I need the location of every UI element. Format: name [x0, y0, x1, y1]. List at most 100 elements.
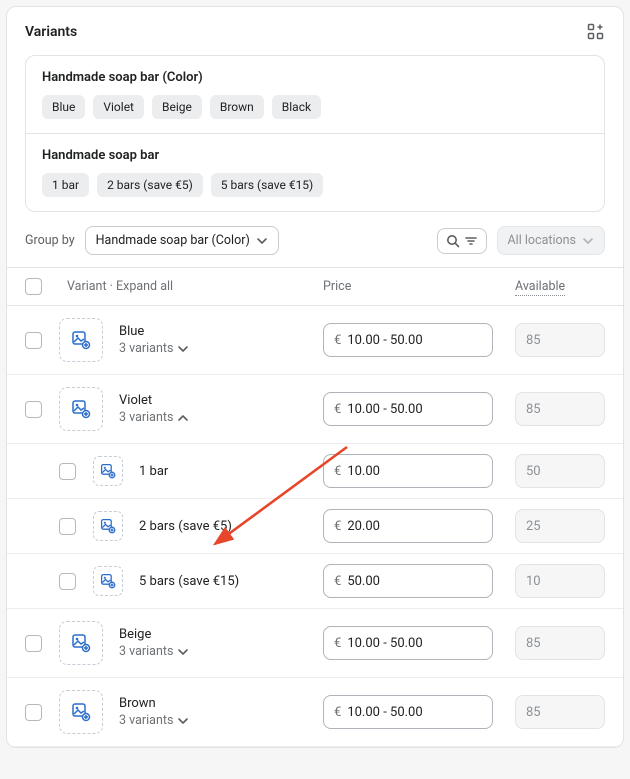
expand-all-link[interactable]: Expand all: [116, 279, 173, 294]
price-value: 10.00 - 50.00: [347, 705, 422, 720]
available-value: 85: [526, 402, 541, 417]
currency-symbol: €: [334, 402, 341, 417]
select-all-checkbox[interactable]: [25, 278, 42, 295]
available-display: 85: [515, 695, 605, 729]
variant-row[interactable]: Brown 3 variants € 10.00 - 50.00 85: [7, 678, 623, 747]
available-value: 25: [526, 519, 541, 534]
available-value: 10: [526, 574, 541, 589]
image-add-icon: [100, 463, 116, 479]
variant-subcount: 3 variants: [119, 644, 173, 659]
price-value: 10.00 - 50.00: [347, 636, 422, 651]
available-value: 85: [526, 705, 541, 720]
available-header-label: Available: [515, 279, 565, 296]
option-groups: Handmade soap bar (Color) Blue Violet Be…: [25, 55, 605, 212]
chevron-up-icon: [177, 412, 189, 424]
locations-select[interactable]: All locations: [497, 226, 605, 255]
option-group-quantity[interactable]: Handmade soap bar 1 bar 2 bars (save €5)…: [26, 133, 604, 211]
option-value-pill: Brown: [210, 95, 264, 119]
chevron-down-icon: [177, 646, 189, 658]
row-checkbox[interactable]: [25, 704, 42, 721]
currency-symbol: €: [334, 574, 341, 589]
variant-name: Blue: [119, 324, 311, 339]
option-value-pill: 2 bars (save €5): [97, 173, 203, 197]
option-value-pill: 5 bars (save €15): [211, 173, 323, 197]
price-input[interactable]: € 10.00 - 50.00: [323, 323, 493, 357]
variant-row[interactable]: Violet 3 variants € 10.00 - 50.00 85: [7, 375, 623, 444]
variant-row[interactable]: Beige 3 variants € 10.00 - 50.00 85: [7, 609, 623, 678]
chevron-down-icon: [582, 235, 594, 247]
variant-child-row[interactable]: 1 bar € 10.00 50: [7, 444, 623, 499]
variant-subcount: 3 variants: [119, 410, 173, 425]
variant-subcount: 3 variants: [119, 341, 173, 356]
currency-symbol: €: [334, 464, 341, 479]
price-input[interactable]: € 20.00: [323, 509, 493, 543]
price-header-label: Price: [323, 279, 493, 294]
search-filter-button[interactable]: [437, 228, 487, 254]
table-header: Variant · Expand all Price Available: [7, 267, 623, 306]
variant-thumbnail[interactable]: [59, 387, 103, 431]
variant-name: 5 bars (save €15): [139, 574, 311, 589]
variant-name: Brown: [119, 696, 311, 711]
price-value: 50.00: [347, 574, 380, 589]
chevron-down-icon: [256, 235, 268, 247]
row-checkbox[interactable]: [25, 332, 42, 349]
available-display: 85: [515, 392, 605, 426]
customize-icon[interactable]: [587, 23, 605, 41]
variant-thumbnail[interactable]: [59, 621, 103, 665]
option-group-color[interactable]: Handmade soap bar (Color) Blue Violet Be…: [26, 56, 604, 133]
option-value-pill: 1 bar: [42, 173, 89, 197]
expand-toggle[interactable]: 3 variants: [119, 644, 311, 659]
expand-toggle[interactable]: 3 variants: [119, 410, 311, 425]
variant-name: Violet: [119, 393, 311, 408]
expand-toggle[interactable]: 3 variants: [119, 713, 311, 728]
image-add-icon: [100, 573, 116, 589]
variant-child-row[interactable]: 2 bars (save €5) € 20.00 25: [7, 499, 623, 554]
variants-card: Variants Handmade soap bar (Color) Blue …: [6, 6, 624, 748]
image-add-icon: [71, 399, 91, 419]
available-value: 50: [526, 464, 541, 479]
price-input[interactable]: € 10.00 - 50.00: [323, 392, 493, 426]
option-value-pill: Blue: [42, 95, 85, 119]
locations-label: All locations: [508, 233, 576, 248]
variant-child-row[interactable]: 5 bars (save €15) € 50.00 10: [7, 554, 623, 609]
variant-row[interactable]: Blue 3 variants € 10.00 - 50.00 85: [7, 306, 623, 375]
variant-rows: Blue 3 variants € 10.00 - 50.00 85 Viole…: [7, 306, 623, 747]
row-checkbox[interactable]: [25, 635, 42, 652]
option-value-pill: Beige: [152, 95, 202, 119]
row-checkbox[interactable]: [59, 463, 76, 480]
search-icon: [446, 234, 460, 248]
option-values-row: Blue Violet Beige Brown Black: [42, 95, 588, 119]
variant-thumbnail[interactable]: [93, 566, 123, 596]
price-value: 10.00 - 50.00: [347, 402, 422, 417]
option-value-pill: Black: [272, 95, 321, 119]
currency-symbol: €: [334, 519, 341, 534]
variant-thumbnail[interactable]: [93, 511, 123, 541]
currency-symbol: €: [334, 333, 341, 348]
image-add-icon: [100, 518, 116, 534]
variant-thumbnail[interactable]: [59, 690, 103, 734]
card-header: Variants: [7, 7, 623, 55]
group-by-select[interactable]: Handmade soap bar (Color): [85, 226, 279, 255]
price-input[interactable]: € 10.00: [323, 454, 493, 488]
filter-icon: [464, 234, 478, 248]
available-display: 10: [515, 564, 605, 598]
section-title: Variants: [25, 24, 77, 40]
price-input[interactable]: € 10.00 - 50.00: [323, 695, 493, 729]
variant-thumbnail[interactable]: [59, 318, 103, 362]
available-display: 85: [515, 323, 605, 357]
available-display: 85: [515, 626, 605, 660]
option-name: Handmade soap bar: [42, 148, 588, 163]
price-input[interactable]: € 10.00 - 50.00: [323, 626, 493, 660]
chevron-down-icon: [177, 715, 189, 727]
option-name: Handmade soap bar (Color): [42, 70, 588, 85]
option-values-row: 1 bar 2 bars (save €5) 5 bars (save €15): [42, 173, 588, 197]
row-checkbox[interactable]: [25, 401, 42, 418]
row-checkbox[interactable]: [59, 573, 76, 590]
price-value: 10.00: [347, 464, 380, 479]
variant-thumbnail[interactable]: [93, 456, 123, 486]
expand-toggle[interactable]: 3 variants: [119, 341, 311, 356]
price-input[interactable]: € 50.00: [323, 564, 493, 598]
option-value-pill: Violet: [93, 95, 144, 119]
row-checkbox[interactable]: [59, 518, 76, 535]
available-display: 50: [515, 454, 605, 488]
